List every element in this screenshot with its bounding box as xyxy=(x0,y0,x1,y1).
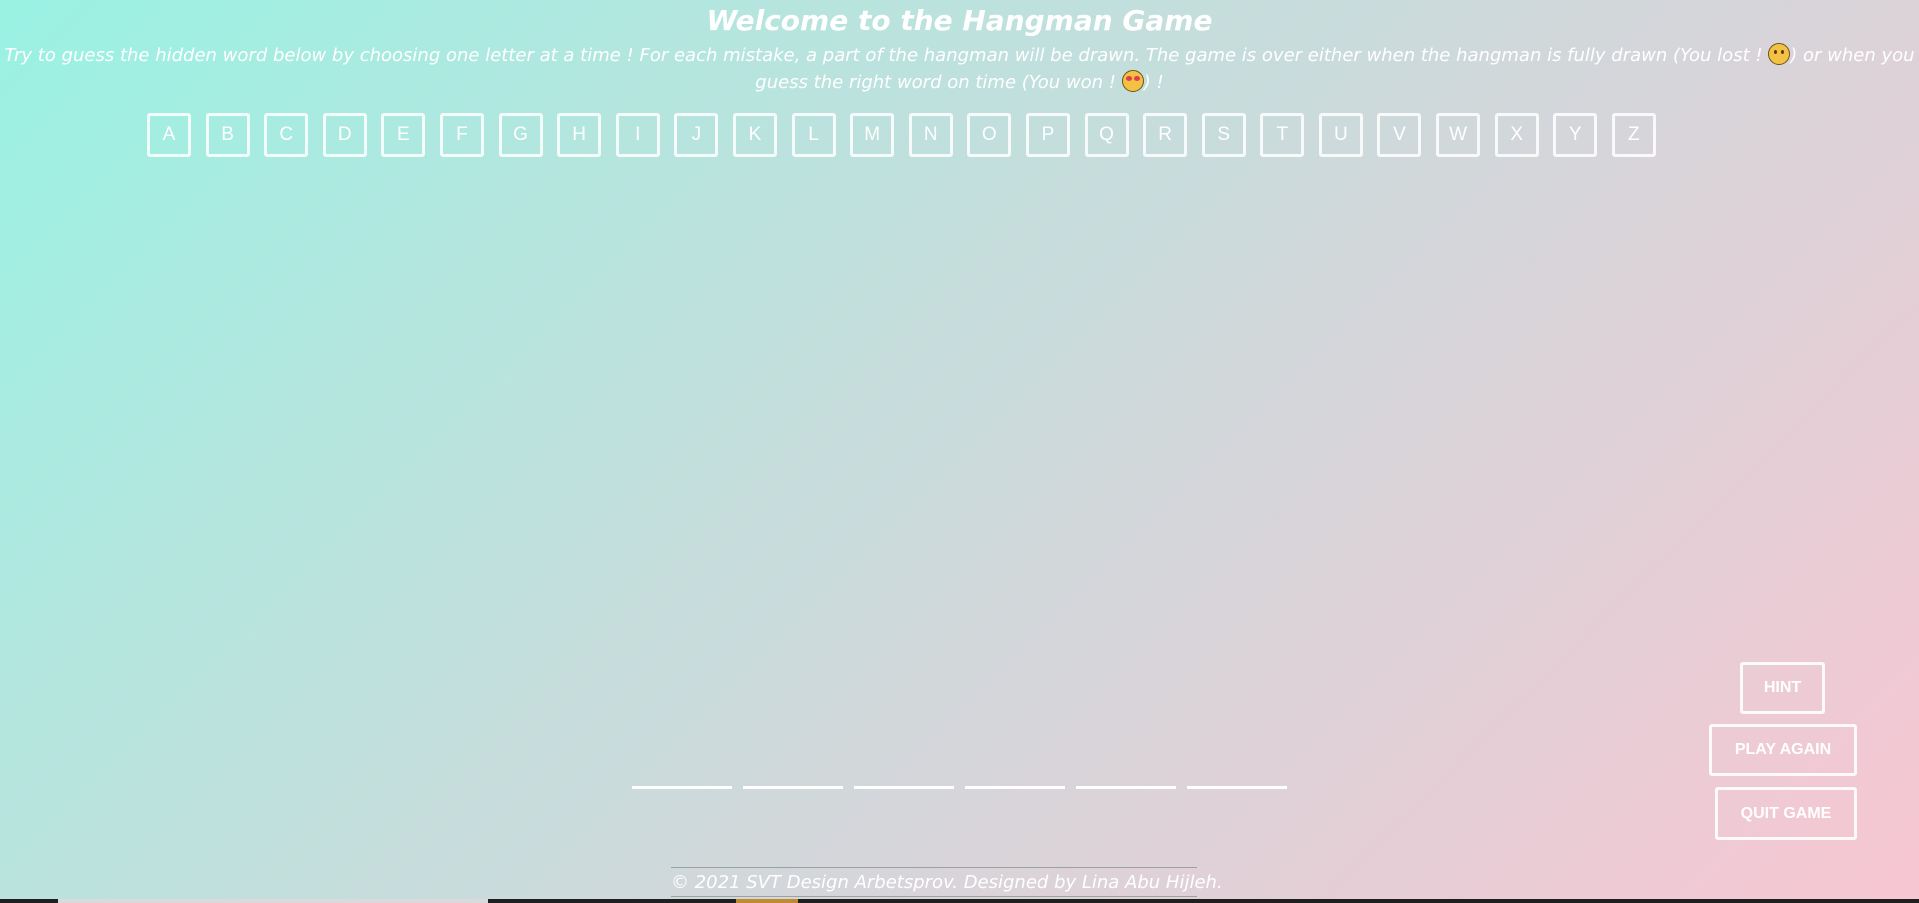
letter-button-f[interactable]: F xyxy=(439,113,484,157)
hidden-word xyxy=(632,786,1287,789)
word-slot xyxy=(1187,786,1287,789)
letter-button-l[interactable]: L xyxy=(791,113,836,157)
bottom-strip-accent-segment xyxy=(736,899,798,903)
word-slot xyxy=(1076,786,1176,789)
letter-button-a[interactable]: A xyxy=(147,113,191,157)
letter-button-y[interactable]: Y xyxy=(1553,113,1598,157)
letter-button-t[interactable]: T xyxy=(1260,113,1305,157)
play-again-button[interactable]: PLAY AGAIN xyxy=(1709,724,1857,776)
letter-button-u[interactable]: U xyxy=(1318,113,1363,157)
letter-button-q[interactable]: Q xyxy=(1084,113,1129,157)
letter-button-r[interactable]: R xyxy=(1143,113,1188,157)
bottom-strip-light-segment xyxy=(58,899,488,903)
letter-button-d[interactable]: D xyxy=(322,113,367,157)
letter-button-i[interactable]: I xyxy=(615,113,660,157)
word-slot xyxy=(632,786,732,789)
instructions-text-1: Try to guess the hidden word below by ch… xyxy=(4,45,1769,66)
letter-button-n[interactable]: N xyxy=(908,113,953,157)
bottom-strip xyxy=(0,899,1919,903)
sad-face-icon xyxy=(1768,43,1791,65)
letter-button-x[interactable]: X xyxy=(1494,113,1539,157)
letter-button-o[interactable]: O xyxy=(967,113,1012,157)
letter-button-k[interactable]: K xyxy=(732,113,777,157)
footer-copyright: © 2021 SVT Design Arbetsprov. Designed b… xyxy=(671,867,1223,897)
word-slot xyxy=(743,786,843,789)
letter-button-s[interactable]: S xyxy=(1201,113,1246,157)
heart-eyes-icon xyxy=(1121,70,1144,92)
word-slot xyxy=(854,786,954,789)
hint-button[interactable]: HINT xyxy=(1740,662,1825,714)
letter-button-g[interactable]: G xyxy=(498,113,543,157)
letter-button-v[interactable]: V xyxy=(1377,113,1422,157)
letter-button-m[interactable]: M xyxy=(850,113,895,157)
letter-button-p[interactable]: P xyxy=(1025,113,1070,157)
letter-button-b[interactable]: B xyxy=(205,113,250,157)
letter-keyboard: ABCDEFGHIJKLMNOPQRSTUVWXYZ xyxy=(147,113,1656,157)
letter-button-c[interactable]: C xyxy=(264,113,309,157)
instructions-text-3: ) ! xyxy=(1143,72,1164,93)
letter-button-h[interactable]: H xyxy=(557,113,602,157)
quit-game-button[interactable]: QUIT GAME xyxy=(1715,787,1857,840)
letter-button-w[interactable]: W xyxy=(1436,113,1481,157)
instructions: Try to guess the hidden word below by ch… xyxy=(0,42,1919,96)
letter-button-z[interactable]: Z xyxy=(1611,113,1656,157)
letter-button-j[interactable]: J xyxy=(674,113,719,157)
word-slot xyxy=(965,786,1065,789)
letter-button-e[interactable]: E xyxy=(381,113,426,157)
page-title: Welcome to the Hangman Game xyxy=(706,4,1213,37)
